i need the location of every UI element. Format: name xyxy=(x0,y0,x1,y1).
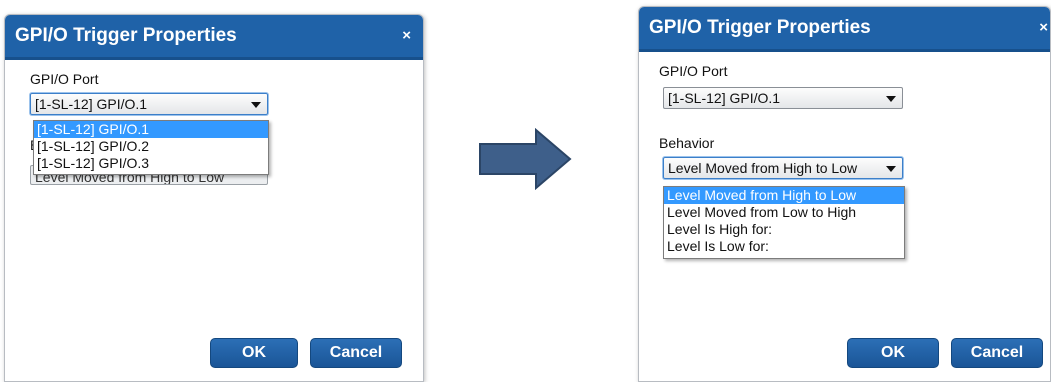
gpio-port-select[interactable]: [1-SL-12] GPI/O.1 xyxy=(663,87,903,109)
port-option[interactable]: [1-SL-12] GPI/O.3 xyxy=(34,155,268,172)
behavior-select[interactable]: Level Moved from High to Low xyxy=(663,157,903,179)
gpio-port-label: GPI/O Port xyxy=(30,71,99,87)
behavior-option[interactable]: Level Moved from High to Low xyxy=(664,187,904,204)
behavior-label: Behavior xyxy=(659,135,715,151)
gpio-port-label: GPI/O Port xyxy=(659,63,728,79)
cancel-button[interactable]: Cancel xyxy=(310,338,402,368)
dialog-title: GPI/O Trigger Properties xyxy=(15,25,237,46)
gpio-port-dropdown-list: [1-SL-12] GPI/O.1 [1-SL-12] GPI/O.2 [1-S… xyxy=(33,120,269,175)
ok-button[interactable]: OK xyxy=(210,338,298,368)
behavior-option[interactable]: Level Is Low for: xyxy=(664,238,904,255)
right-arrow-icon xyxy=(479,128,572,190)
close-icon[interactable]: × xyxy=(402,15,411,57)
behavior-dropdown-list: Level Moved from High to Low Level Moved… xyxy=(663,186,905,259)
dialog-titlebar: GPI/O Trigger Properties × xyxy=(639,7,1050,52)
ok-button[interactable]: OK xyxy=(847,338,939,368)
right-trigger-properties-dialog: GPI/O Trigger Properties × GPI/O Port [1… xyxy=(638,6,1051,382)
dialog-titlebar: GPI/O Trigger Properties × xyxy=(5,15,423,60)
gpio-port-value: [1-SL-12] GPI/O.1 xyxy=(35,96,148,112)
cancel-button[interactable]: Cancel xyxy=(951,338,1043,368)
gpio-port-value: [1-SL-12] GPI/O.1 xyxy=(668,90,781,106)
chevron-down-icon[interactable] xyxy=(886,166,896,172)
chevron-down-icon[interactable] xyxy=(251,102,261,108)
dialog-title: GPI/O Trigger Properties xyxy=(649,17,871,38)
port-option[interactable]: [1-SL-12] GPI/O.1 xyxy=(34,121,268,138)
chevron-down-icon[interactable] xyxy=(886,96,896,102)
port-option[interactable]: [1-SL-12] GPI/O.2 xyxy=(34,138,268,155)
behavior-value: Level Moved from High to Low xyxy=(668,160,858,176)
behavior-option[interactable]: Level Is High for: xyxy=(664,221,904,238)
left-trigger-properties-dialog: GPI/O Trigger Properties × GPI/O Port [1… xyxy=(4,14,424,382)
close-icon[interactable]: × xyxy=(1039,7,1048,49)
gpio-port-select[interactable]: [1-SL-12] GPI/O.1 xyxy=(30,93,268,115)
behavior-option[interactable]: Level Moved from Low to High xyxy=(664,204,904,221)
